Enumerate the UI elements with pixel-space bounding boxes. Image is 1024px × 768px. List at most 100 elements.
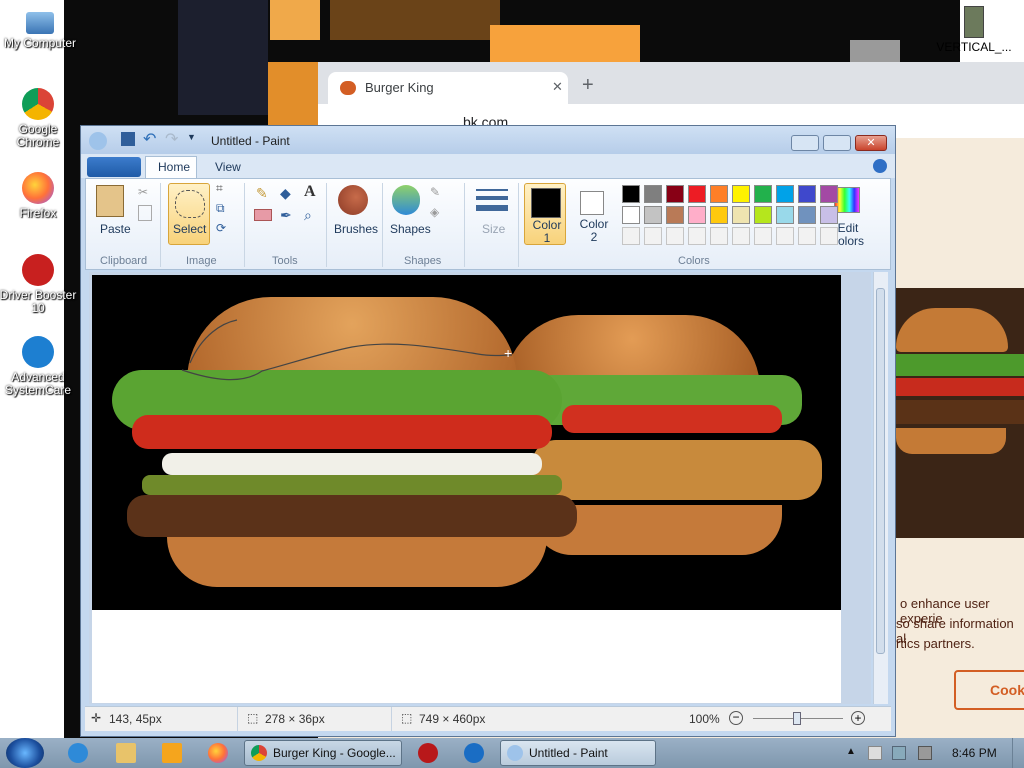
custom-color-slot[interactable] [688, 227, 706, 245]
custom-color-slot[interactable] [776, 227, 794, 245]
color-swatch[interactable] [622, 206, 640, 224]
desktop-icon-chrome[interactable]: Google Chrome [0, 88, 78, 149]
internet-explorer-icon[interactable] [68, 743, 88, 763]
color-swatch[interactable] [798, 206, 816, 224]
volume-icon[interactable] [918, 746, 932, 760]
shapes-button[interactable]: Shapes [390, 222, 431, 236]
cut-icon[interactable]: ✂ [138, 185, 148, 199]
color-swatch[interactable] [732, 185, 750, 203]
burger-promo-image [896, 288, 1024, 538]
driver-booster-taskbar-icon[interactable] [418, 743, 438, 763]
color1-button[interactable]: Color 1 [524, 183, 566, 245]
zoom-out-button[interactable]: − [729, 711, 743, 725]
copy-icon[interactable] [138, 205, 152, 221]
paste-icon[interactable] [96, 185, 124, 217]
start-button[interactable] [6, 738, 44, 768]
undo-icon[interactable]: ↶ [143, 129, 156, 149]
custom-color-slot[interactable] [820, 227, 838, 245]
desktop-icon-advanced-systemcare[interactable]: Advanced SystemCare [0, 336, 78, 397]
brushes-button[interactable]: Brushes [334, 222, 378, 236]
advanced-systemcare-taskbar-icon[interactable] [464, 743, 484, 763]
custom-color-slot[interactable] [798, 227, 816, 245]
help-icon[interactable] [873, 159, 887, 173]
color-swatch[interactable] [644, 206, 662, 224]
close-window-button[interactable]: ✕ [855, 135, 887, 151]
minimize-button[interactable] [791, 135, 819, 151]
color-swatch[interactable] [820, 206, 838, 224]
close-tab-icon[interactable]: ✕ [552, 79, 563, 95]
media-player-icon[interactable] [162, 743, 182, 763]
select-button[interactable]: Select [168, 183, 210, 245]
zoom-slider-thumb[interactable] [793, 712, 801, 725]
eraser-icon[interactable] [254, 209, 272, 221]
new-tab-button[interactable]: + [582, 74, 594, 97]
paste-button[interactable]: Paste [100, 222, 131, 236]
firefox-taskbar-icon[interactable] [208, 743, 228, 763]
tab-home[interactable]: Home [145, 156, 197, 178]
chrome-tab-burger-king[interactable]: Burger King ✕ [328, 72, 568, 104]
quick-access-dropdown-icon[interactable]: ▼ [187, 132, 196, 142]
vertical-scrollbar[interactable] [873, 272, 888, 704]
custom-color-slot[interactable] [666, 227, 684, 245]
custom-color-slot[interactable] [622, 227, 640, 245]
magnifier-icon[interactable]: ⌕ [304, 207, 312, 224]
rotate-icon[interactable]: ⟳ [216, 221, 226, 235]
color-swatch[interactable] [644, 185, 662, 203]
fill-shape-icon[interactable]: ◈ [430, 205, 439, 219]
color-swatch[interactable] [666, 206, 684, 224]
show-hidden-icons-icon[interactable]: ▲ [846, 746, 856, 757]
size-button[interactable]: Size [482, 222, 505, 236]
brushes-icon[interactable] [338, 185, 368, 215]
text-tool-icon[interactable]: A [304, 183, 316, 201]
color-swatch[interactable] [710, 185, 728, 203]
desktop-icon-my-computer[interactable]: My Computer [0, 8, 80, 50]
color-swatch[interactable] [732, 206, 750, 224]
pencil-icon[interactable]: ✎ [256, 185, 268, 202]
tab-label: Home [158, 160, 191, 174]
crop-icon[interactable]: ⌗ [216, 181, 223, 196]
color2-button[interactable]: Color 2 [572, 183, 614, 245]
color-swatch[interactable] [754, 206, 772, 224]
shapes-icon[interactable] [392, 185, 420, 215]
color-swatch[interactable] [798, 185, 816, 203]
paint-titlebar[interactable]: ↶ ↷ ▼ Untitled - Paint ✕ [81, 126, 895, 154]
color-swatch[interactable] [666, 185, 684, 203]
outline-icon[interactable]: ✎ [430, 185, 440, 199]
custom-color-slot[interactable] [732, 227, 750, 245]
save-icon[interactable] [121, 132, 135, 146]
color-swatch[interactable] [820, 185, 838, 203]
color-swatch[interactable] [754, 185, 772, 203]
paint-app-icon[interactable] [89, 132, 107, 150]
clock[interactable]: 8:46 PM [952, 746, 997, 760]
scrollbar-thumb[interactable] [876, 288, 885, 654]
color-swatch[interactable] [622, 185, 640, 203]
tab-view[interactable]: View [215, 160, 241, 174]
show-desktop-button[interactable] [1012, 738, 1024, 768]
color-swatch[interactable] [710, 206, 728, 224]
desktop-icon-vertical[interactable]: VERTICAL_... [934, 6, 1014, 54]
taskbar-chrome-button[interactable]: Burger King - Google... [244, 740, 402, 766]
custom-color-slot[interactable] [644, 227, 662, 245]
color-swatch[interactable] [688, 185, 706, 203]
drawing-canvas[interactable]: + [92, 275, 841, 703]
paint-menu-button[interactable] [87, 157, 141, 177]
desktop-icon-driver-booster[interactable]: Driver Booster 10 [0, 254, 78, 315]
fill-icon[interactable]: ◆ [280, 185, 291, 202]
color-swatch[interactable] [688, 206, 706, 224]
maximize-button[interactable] [823, 135, 851, 151]
zoom-in-button[interactable]: + [851, 711, 865, 725]
custom-color-slot[interactable] [754, 227, 772, 245]
redo-icon[interactable]: ↷ [165, 129, 178, 149]
resize-icon[interactable]: ⧉ [216, 201, 225, 216]
taskbar-paint-button[interactable]: Untitled - Paint [500, 740, 656, 766]
desktop-icon-label: Firefox [19, 206, 57, 220]
custom-color-slot[interactable] [710, 227, 728, 245]
desktop-icon-firefox[interactable]: Firefox [0, 172, 78, 220]
network-icon[interactable] [892, 746, 906, 760]
file-explorer-icon[interactable] [116, 743, 136, 763]
color-picker-icon[interactable]: ✒ [280, 207, 292, 224]
cookie-settings-button[interactable]: Cook [954, 670, 1024, 710]
color-swatch[interactable] [776, 206, 794, 224]
color-swatch[interactable] [776, 185, 794, 203]
action-center-icon[interactable] [868, 746, 882, 760]
